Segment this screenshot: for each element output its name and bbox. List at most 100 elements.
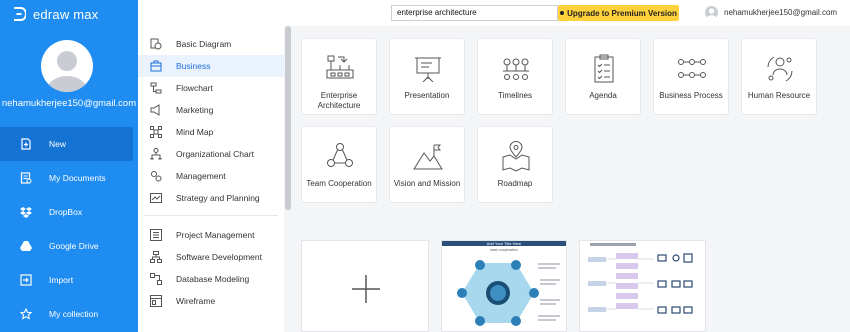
category-marketing[interactable]: Marketing	[138, 99, 284, 121]
team-cooperation-icon	[327, 143, 353, 167]
sidebar-item-my-documents[interactable]: My Documents	[0, 161, 138, 195]
collection-icon	[20, 308, 32, 320]
account-menu[interactable]: nehamukherjee150@gmail.com	[705, 6, 837, 19]
documents-icon	[20, 172, 32, 184]
sidebar-item-new[interactable]: New	[0, 127, 133, 161]
project-management-icon	[150, 229, 162, 241]
sidebar-item-dropbox[interactable]: DropBox	[0, 195, 138, 229]
vision-mission-icon	[413, 144, 443, 170]
sidebar-item-label: New	[49, 139, 67, 149]
category-panel: Basic Diagram Business Flowchart Marketi…	[138, 26, 284, 332]
category-label: Database Modeling	[176, 274, 250, 284]
category-label: Business	[176, 61, 211, 71]
category-database-modeling[interactable]: Database Modeling	[138, 268, 284, 290]
category-label: Management	[176, 171, 226, 181]
sidebar-item-import[interactable]: Import	[0, 263, 138, 297]
sidebar-item-google-drive[interactable]: Google Drive	[0, 229, 138, 263]
upgrade-dot-icon	[560, 11, 565, 15]
app-logo[interactable]: edraw max	[12, 6, 98, 22]
category-label: Flowchart	[176, 83, 213, 93]
category-mind-map[interactable]: Mind Map	[138, 121, 284, 143]
template-preview-enterprise-architecture[interactable]	[579, 240, 706, 332]
blank-template-card[interactable]	[301, 240, 429, 332]
template-label: Human Resource	[747, 91, 811, 100]
category-divider	[144, 215, 278, 216]
top-bar: enterprise architecture Upgrade to Premi…	[138, 0, 850, 26]
category-label: Software Development	[176, 252, 262, 262]
category-business[interactable]: Business	[138, 55, 284, 77]
enterprise-architecture-icon	[326, 55, 354, 79]
database-icon	[150, 273, 162, 285]
template-label: Presentation	[404, 91, 450, 100]
upgrade-button[interactable]: Upgrade to Premium Version	[558, 5, 679, 21]
category-wireframe[interactable]: Wireframe	[138, 290, 284, 312]
template-label: Timelines	[498, 91, 532, 100]
preview-subtitle: team cooperation	[490, 248, 518, 252]
upgrade-label: Upgrade to Premium Version	[567, 8, 677, 18]
app-name: edraw max	[33, 6, 99, 22]
category-basic-diagram[interactable]: Basic Diagram	[138, 33, 284, 55]
user-avatar-icon	[47, 51, 87, 92]
category-flowchart[interactable]: Flowchart	[138, 77, 284, 99]
category-label: Organizational Chart	[176, 149, 254, 159]
timelines-icon	[503, 58, 529, 80]
sidebar-item-label: My collection	[49, 309, 99, 319]
sidebar-item-label: Google Drive	[49, 241, 99, 251]
mind-map-icon	[150, 126, 162, 138]
preview-diagram-image	[588, 243, 693, 314]
dropbox-icon	[20, 207, 32, 218]
business-process-icon	[678, 59, 706, 78]
roadmap-icon	[502, 141, 530, 172]
sidebar-item-label: Import	[49, 275, 74, 285]
business-icon	[150, 60, 162, 72]
sidebar: edraw max nehamukherjee150@gmail.com New…	[0, 0, 138, 332]
user-email: nehamukherjee150@gmail.com	[1, 98, 137, 109]
org-chart-icon	[150, 148, 162, 160]
category-label: Project Management	[176, 230, 255, 240]
template-human-resource[interactable]: Human Resource	[741, 38, 817, 115]
category-label: Marketing	[176, 105, 214, 115]
management-icon	[151, 171, 162, 182]
sidebar-item-label: DropBox	[49, 207, 83, 217]
wireframe-icon	[150, 295, 162, 307]
template-agenda[interactable]: Agenda	[565, 38, 641, 115]
import-icon	[20, 274, 32, 286]
new-file-icon	[21, 138, 31, 150]
template-label: Roadmap	[497, 179, 533, 188]
preview-title: Add Your Title Here	[486, 241, 522, 246]
category-organizational-chart[interactable]: Organizational Chart	[138, 143, 284, 165]
category-label: Strategy and Planning	[176, 193, 260, 203]
template-preview-team-cooperation[interactable]: Add Your Title Here team cooperation	[441, 240, 567, 332]
plus-icon	[352, 275, 380, 303]
avatar[interactable]	[41, 40, 93, 92]
edraw-logo-icon	[14, 7, 26, 21]
template-label: Business Process	[659, 91, 723, 100]
template-label: Enterprise Architecture	[317, 91, 361, 110]
user-avatar-icon	[705, 6, 718, 19]
search-input[interactable]: enterprise architecture	[391, 5, 558, 21]
software-development-icon	[150, 251, 162, 263]
category-project-management[interactable]: Project Management	[138, 224, 284, 246]
sidebar-nav: New My Documents DropBox Google Drive Im…	[0, 127, 138, 331]
template-presentation[interactable]: Presentation	[389, 38, 465, 115]
sidebar-item-label: My Documents	[49, 173, 106, 183]
template-team-cooperation[interactable]: Team Cooperation	[301, 126, 377, 203]
template-area: Enterprise Architecture Presentation Tim…	[291, 26, 850, 332]
template-enterprise-architecture[interactable]: Enterprise Architecture	[301, 38, 377, 115]
category-management[interactable]: Management	[138, 165, 284, 187]
sidebar-item-my-collection[interactable]: My collection	[0, 297, 138, 331]
marketing-icon	[150, 104, 160, 116]
template-label: Team Cooperation	[306, 179, 372, 188]
template-timelines[interactable]: Timelines	[477, 38, 553, 115]
agenda-icon	[594, 54, 614, 83]
category-strategy-and-planning[interactable]: Strategy and Planning	[138, 187, 284, 209]
google-drive-icon	[20, 241, 32, 251]
template-roadmap[interactable]: Roadmap	[477, 126, 553, 203]
strategy-icon	[150, 193, 162, 203]
presentation-icon	[415, 57, 441, 83]
template-business-process[interactable]: Business Process	[653, 38, 729, 115]
category-software-development[interactable]: Software Development	[138, 246, 284, 268]
template-vision-and-mission[interactable]: Vision and Mission	[389, 126, 465, 203]
human-resource-icon	[767, 56, 793, 82]
template-label: Vision and Mission	[393, 179, 461, 188]
